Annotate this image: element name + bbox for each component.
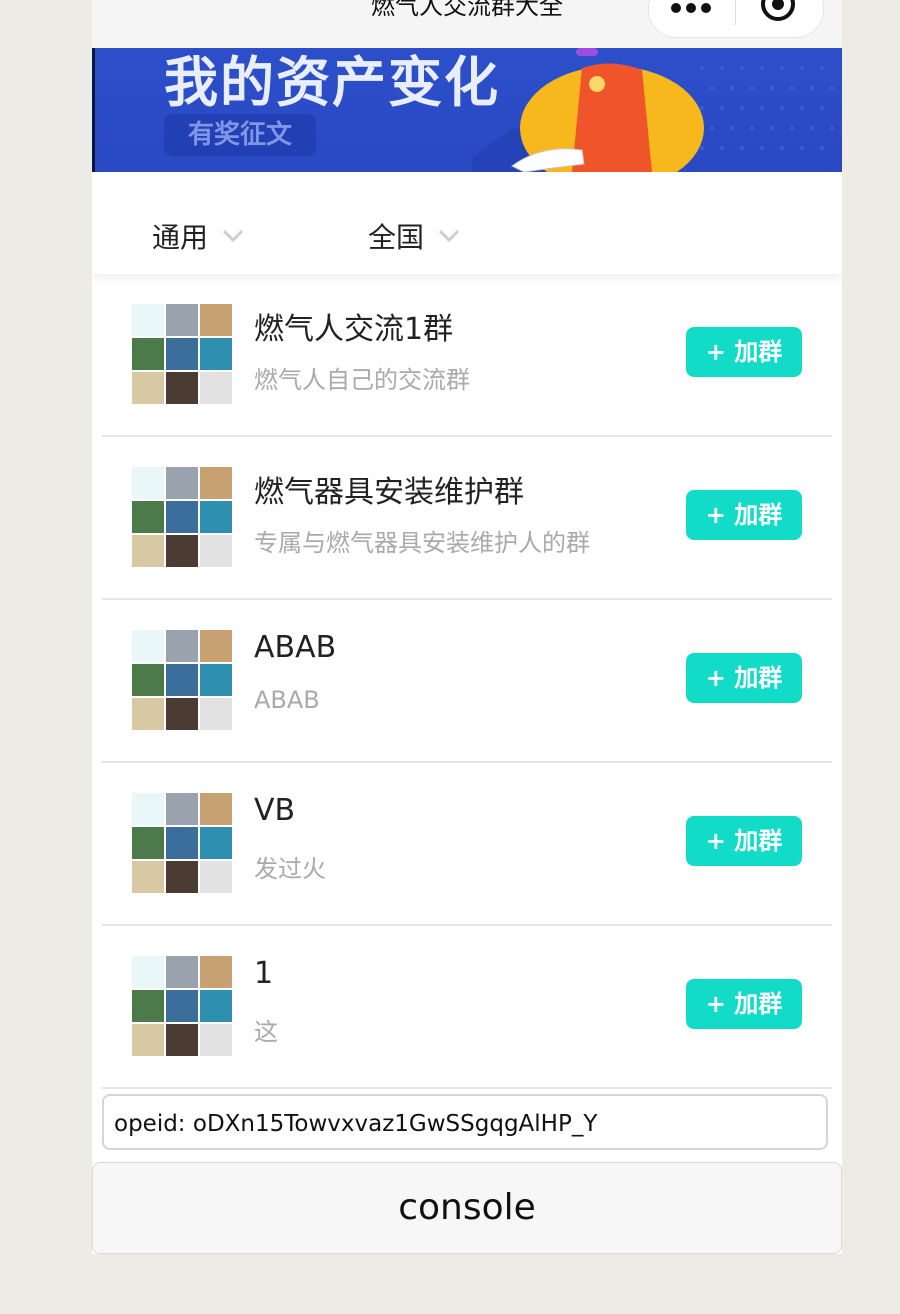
group-name: 燃气人交流1群 xyxy=(254,312,454,347)
filter-bar: 通用 全国 xyxy=(92,172,842,274)
filter-category[interactable]: 通用 xyxy=(152,216,244,256)
group-row[interactable]: 燃气器具安装维护群 专属与燃气器具安装维护人的群 + 加群 xyxy=(102,437,832,600)
nav-bar: 燃气人交流群大全 xyxy=(92,0,842,48)
capsule-divider xyxy=(735,0,736,25)
group-avatar xyxy=(132,956,232,1056)
close-target-icon[interactable] xyxy=(761,0,795,21)
group-desc: 燃气人自己的交流群 xyxy=(254,366,470,394)
group-desc: 专属与燃气器具安装维护人的群 xyxy=(254,529,590,557)
group-row[interactable]: 1 这 + 加群 xyxy=(102,926,832,1089)
chevron-down-icon xyxy=(222,229,244,243)
filter-category-label: 通用 xyxy=(152,221,209,254)
group-name: ABAB xyxy=(254,630,337,665)
group-name: VB xyxy=(254,793,296,828)
group-avatar xyxy=(132,630,232,730)
banner-edge xyxy=(92,48,95,172)
join-group-button[interactable]: + 加群 xyxy=(686,816,802,866)
group-desc: 这 xyxy=(254,1018,278,1046)
group-avatar xyxy=(132,304,232,404)
group-name: 1 xyxy=(254,956,274,991)
group-avatar xyxy=(132,793,232,893)
join-group-button[interactable]: + 加群 xyxy=(686,327,802,377)
join-group-button[interactable]: + 加群 xyxy=(686,490,802,540)
menu-capsule xyxy=(648,0,824,38)
group-row[interactable]: VB 发过火 + 加群 xyxy=(102,763,832,926)
filter-region[interactable]: 全国 xyxy=(368,216,460,256)
banner-tag: 有奖征文 xyxy=(164,114,316,156)
group-name: 燃气器具安装维护群 xyxy=(254,475,524,510)
console-button[interactable]: console xyxy=(92,1162,842,1254)
miniprogram-page: 燃气人交流群大全 我的资产变化 有奖征文 通用 全国 燃气人交流1群 燃气人自己… xyxy=(92,0,842,1254)
join-group-button[interactable]: + 加群 xyxy=(686,979,802,1029)
promo-banner[interactable]: 我的资产变化 有奖征文 xyxy=(92,48,842,172)
banner-illustration xyxy=(472,48,834,172)
more-icon[interactable] xyxy=(671,3,711,13)
group-row[interactable]: ABAB ABAB + 加群 xyxy=(102,600,832,763)
group-desc: ABAB xyxy=(254,686,320,714)
group-desc: 发过火 xyxy=(254,855,326,883)
chevron-down-icon xyxy=(438,229,460,243)
group-row[interactable]: 燃气人交流1群 燃气人自己的交流群 + 加群 xyxy=(102,274,832,437)
group-avatar xyxy=(132,467,232,567)
banner-title: 我的资产变化 xyxy=(164,51,500,114)
openid-field[interactable]: opeid: oDXn15Towvxvaz1GwSSgqgAlHP_Y xyxy=(102,1094,828,1150)
filter-region-label: 全国 xyxy=(368,221,425,254)
group-list: 燃气人交流1群 燃气人自己的交流群 + 加群 燃气器具安装维护群 专属与燃气器具… xyxy=(102,274,832,1089)
join-group-button[interactable]: + 加群 xyxy=(686,653,802,703)
